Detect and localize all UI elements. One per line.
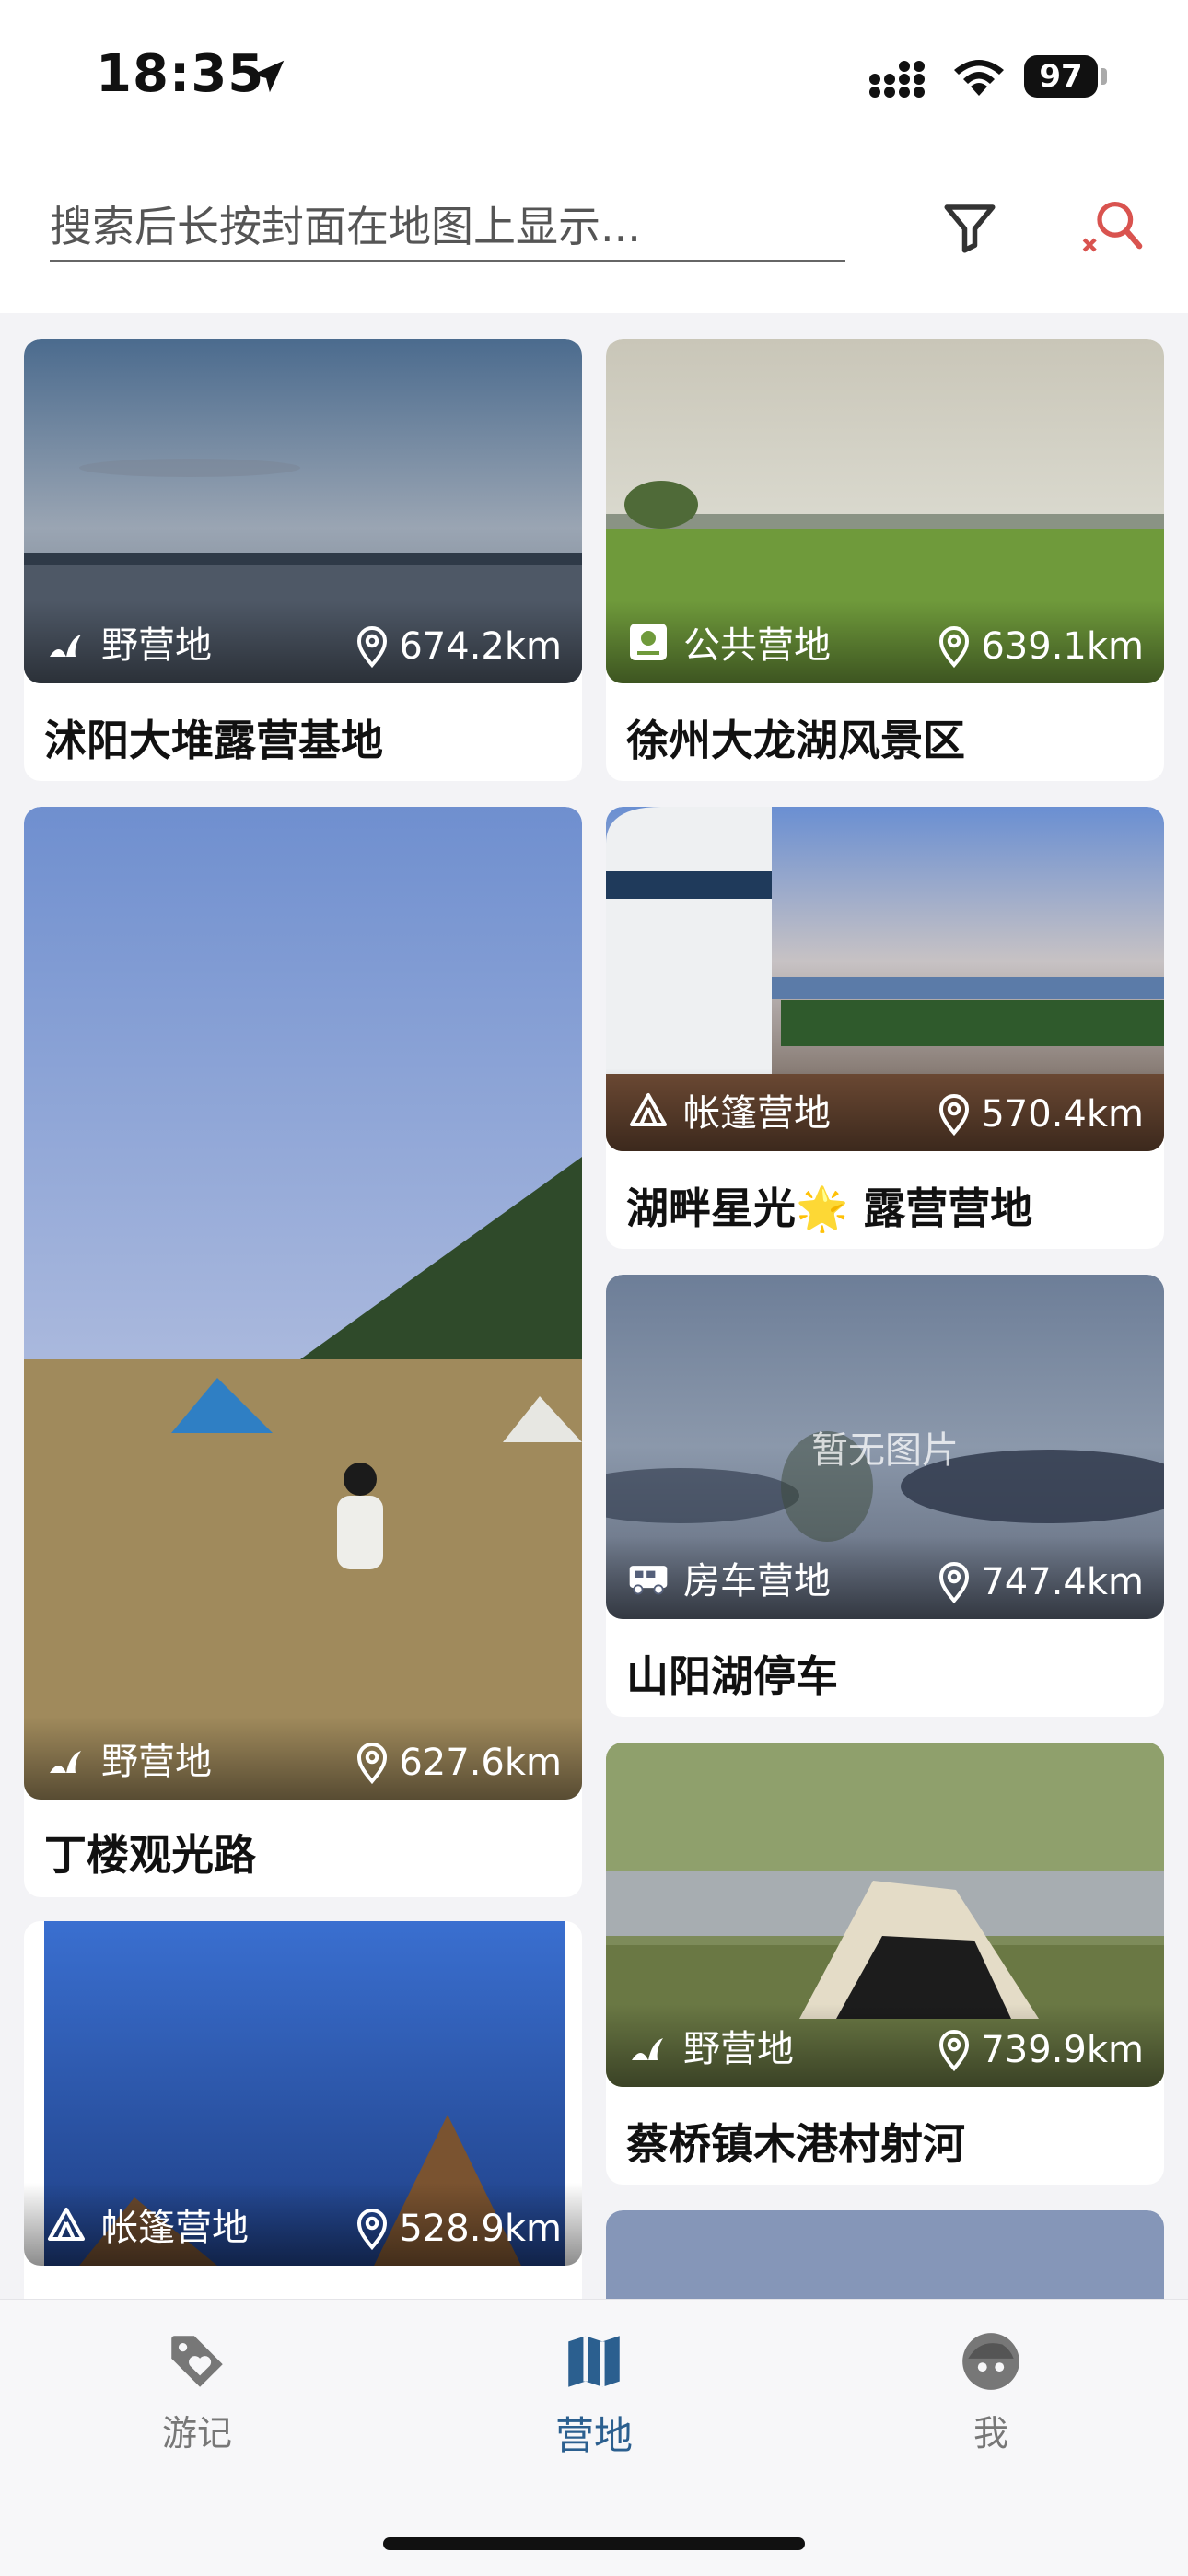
campsite-card[interactable]: 暂无图片 房车营地 747.4km 山阳湖停车: [606, 1275, 1164, 1717]
tab-label: 营地: [554, 2413, 633, 2458]
search-header: [0, 157, 1188, 313]
location-pin-icon: [939, 1094, 970, 1136]
campsite-title: 山阳湖停车: [626, 1651, 838, 1701]
campsite-card[interactable]: 野营地 674.2km 沭阳大堆露营基地: [24, 339, 582, 781]
campsite-title: 丁楼观光路: [44, 1830, 256, 1880]
cover-photo: [24, 807, 582, 1800]
campsite-grid: 野营地 674.2km 沭阳大堆露营基地 公共营地 639.1km 徐州大龙湖风…: [0, 313, 1188, 2299]
home-indicator[interactable]: [383, 2537, 805, 2550]
grass-icon: [632, 2038, 663, 2060]
location-arrow-icon: [251, 60, 285, 93]
campsite-title: 沭阳大堆露营基地: [44, 716, 383, 765]
campsite-distance-label: 674.2km: [399, 625, 562, 668]
wifi-icon: [954, 60, 1004, 96]
campsite-distance-tag: 627.6km: [353, 1741, 562, 1785]
cellular-signal-icon: [869, 61, 925, 98]
campsite-cover[interactable]: 帐篷营地 528.9km: [24, 1921, 582, 2266]
campsite-card[interactable]: 帐篷营地 528.9km: [24, 1921, 582, 2299]
tab-label: 游记: [161, 2413, 232, 2454]
campsite-card[interactable]: 帐篷营地 570.4km 湖畔星光🌟 露营营地: [606, 807, 1164, 1249]
status-bar: 18:35 97: [0, 0, 1188, 157]
campsite-type-tag: 野营地: [626, 2019, 794, 2072]
campsite-cover[interactable]: 野营地 674.2km: [24, 339, 582, 683]
battery-level: 97: [1024, 55, 1098, 98]
campsite-distance-tag: 570.4km: [935, 1092, 1144, 1136]
filter-icon[interactable]: [939, 197, 1000, 258]
campsite-distance-tag: 528.9km: [353, 2207, 562, 2251]
campsite-card[interactable]: 野营地 627.6km 丁楼观光路: [24, 807, 582, 1897]
campsite-type-tag: 房车营地: [626, 1551, 831, 1604]
campsite-distance-tag: 674.2km: [353, 624, 562, 669]
campsite-card[interactable]: [606, 2210, 1164, 2299]
map-icon: [568, 2336, 620, 2387]
location-pin-icon: [939, 1562, 970, 1604]
campsite-distance-tag: 739.9km: [935, 2028, 1144, 2072]
campsite-card[interactable]: 野营地 739.9km 蔡桥镇木港村射河: [606, 1743, 1164, 2185]
campsite-title: 徐州大龙湖风景区: [626, 716, 965, 765]
campsite-type-label: 野营地: [101, 624, 212, 667]
campsite-distance-tag: 747.4km: [935, 1560, 1144, 1604]
campsite-cover[interactable]: 野营地 739.9km: [606, 1743, 1164, 2087]
campsite-cover[interactable]: 野营地 627.6km: [24, 807, 582, 1800]
tab-label: 我: [973, 2413, 1008, 2454]
tab-travel-notes[interactable]: 游记: [105, 2327, 289, 2465]
campsite-title: 湖畔星光🌟 露营营地: [626, 1183, 1033, 1233]
campsite-cover[interactable]: [606, 2210, 1164, 2299]
campsite-type-tag: 野营地: [44, 615, 212, 669]
status-time: 18:35: [96, 44, 265, 104]
rv-icon: [629, 1566, 668, 1595]
location-pin-icon: [357, 1743, 388, 1785]
campsite-type-tag: 帐篷营地: [626, 1083, 831, 1136]
campsite-type-tag: 公共营地: [626, 615, 831, 669]
tent-icon: [48, 2208, 85, 2241]
campsite-card[interactable]: 公共营地 639.1km 徐州大龙湖风景区: [606, 339, 1164, 781]
campsite-distance-label: 627.6km: [399, 1742, 562, 1784]
grass-icon: [50, 635, 81, 657]
campsite-type-label: 野营地: [101, 1741, 212, 1783]
bottom-tab-bar: 游记 营地 我: [0, 2299, 1188, 2576]
campsite-distance-label: 747.4km: [981, 1561, 1144, 1603]
location-pin-icon: [939, 626, 970, 669]
campsite-type-label: 帐篷营地: [101, 2207, 249, 2249]
campsite-type-label: 野营地: [683, 2028, 794, 2070]
campsite-title: 蔡桥镇木港村射河: [626, 2119, 965, 2169]
campsite-distance-label: 639.1km: [981, 625, 1144, 668]
campsite-cover[interactable]: 暂无图片 房车营地 747.4km: [606, 1275, 1164, 1619]
campsite-distance-label: 739.9km: [981, 2029, 1144, 2071]
search-clear-icon[interactable]: [1077, 195, 1144, 262]
campsite-distance-label: 528.9km: [399, 2208, 562, 2250]
public-camp-icon: [630, 624, 667, 660]
location-pin-icon: [357, 626, 388, 669]
campsite-type-tag: 帐篷营地: [44, 2197, 249, 2251]
campsite-type-label: 房车营地: [683, 1560, 831, 1603]
campsite-cover[interactable]: 帐篷营地 570.4km: [606, 807, 1164, 1151]
campsite-distance-tag: 639.1km: [935, 624, 1144, 669]
battery-indicator: 97: [1024, 55, 1107, 98]
location-pin-icon: [357, 2209, 388, 2251]
tag-heart-icon: [171, 2336, 223, 2387]
campsite-distance-label: 570.4km: [981, 1093, 1144, 1136]
campsite-type-label: 帐篷营地: [683, 1092, 831, 1135]
campsite-type-tag: 野营地: [44, 1731, 212, 1785]
location-pin-icon: [939, 2030, 970, 2072]
tent-icon: [630, 1093, 667, 1126]
campsite-type-label: 公共营地: [683, 624, 831, 667]
tab-campsites[interactable]: 营地: [502, 2327, 686, 2465]
face-icon: [962, 2333, 1019, 2390]
cover-photo: [606, 2210, 1164, 2299]
campsite-cover[interactable]: 公共营地 639.1km: [606, 339, 1164, 683]
grass-icon: [50, 1751, 81, 1773]
search-input[interactable]: [50, 193, 845, 262]
tab-me[interactable]: 我: [899, 2327, 1083, 2465]
